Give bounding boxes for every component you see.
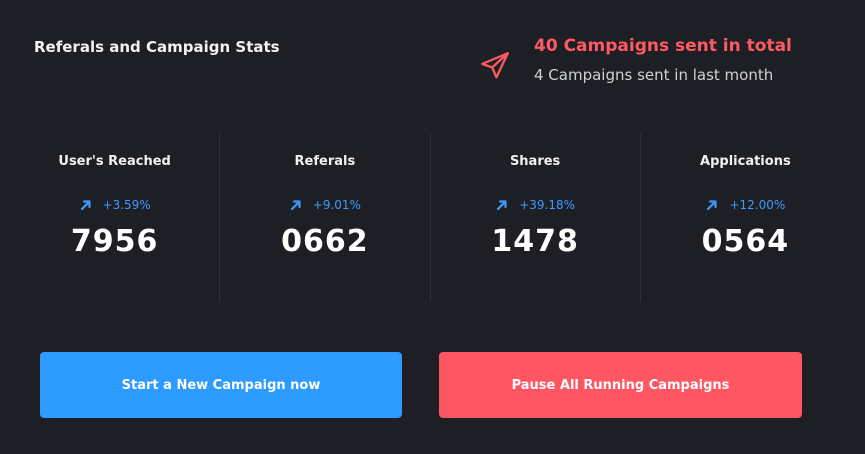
stat-change-value: +39.18% [519,198,576,212]
stat-referals: Referals +9.01% 0662 [220,134,431,302]
pause-campaigns-button[interactable]: Pause All Running Campaigns [439,352,802,418]
start-campaign-button[interactable]: Start a New Campaign now [40,352,402,418]
stat-label: Referals [294,154,356,169]
stat-label: Shares [509,154,561,169]
stat-change: +39.18% [431,198,640,212]
arrow-up-right-icon [495,198,509,212]
stat-value: 0662 [281,224,369,259]
arrow-up-right-icon [79,198,93,212]
arrow-up-right-icon [289,198,303,212]
stat-change-value: +9.01% [312,198,361,212]
stat-applications: Applications +12.00% 0564 [641,134,850,302]
stat-change: +12.00% [641,198,850,212]
stat-change: +3.59% [10,198,219,212]
stat-value: 1478 [491,224,579,259]
paper-plane-icon [478,49,512,83]
stat-value: 0564 [701,224,790,259]
stat-change: +9.01% [220,198,429,212]
stat-label: Applications [700,154,791,169]
card-title: Referals and Campaign Stats [34,38,280,56]
stat-change-value: +12.00% [729,198,786,212]
stat-users-reached: User's Reached +3.59% 7956 [10,134,221,302]
stat-shares: Shares +39.18% 1478 [431,134,641,302]
campaigns-last-month: 4 Campaigns sent in last month [534,66,774,84]
stat-change-value: +3.59% [102,198,151,212]
campaign-summary: 40 Campaigns sent in total 4 Campaigns s… [478,34,838,94]
arrow-up-right-icon [705,198,719,212]
stat-label: User's Reached [58,154,171,169]
campaigns-total: 40 Campaigns sent in total [534,36,792,56]
stat-value: 7956 [70,224,159,259]
stats-row: User's Reached +3.59% 7956 Referals +9.0… [10,134,850,302]
